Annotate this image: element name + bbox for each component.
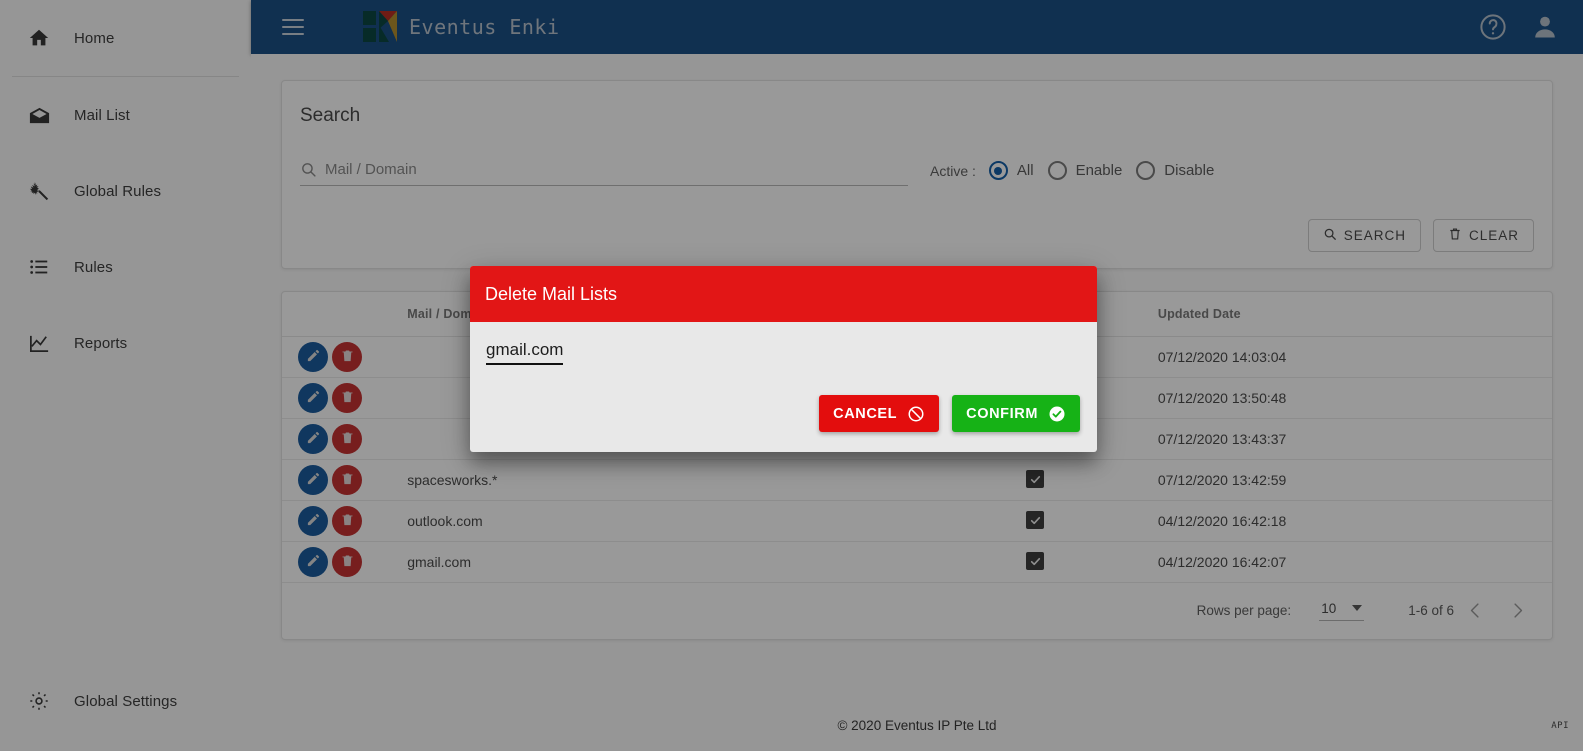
cancel-button-label: CANCEL	[833, 405, 898, 422]
dialog-actions: CANCEL CONFIRM	[819, 395, 1080, 432]
dialog-value-field[interactable]: gmail.com	[486, 340, 564, 365]
block-icon	[907, 405, 925, 423]
confirm-button-label: CONFIRM	[966, 405, 1038, 422]
dialog-header: Delete Mail Lists	[470, 266, 1097, 322]
app-root: Home Mail List Global Rules Rules Report…	[0, 0, 1583, 751]
delete-mail-lists-dialog: Delete Mail Lists gmail.com CANCEL CONFI…	[470, 266, 1097, 452]
check-circle-icon	[1048, 405, 1066, 423]
cancel-button[interactable]: CANCEL	[819, 395, 940, 432]
dialog-title: Delete Mail Lists	[485, 283, 618, 304]
confirm-button[interactable]: CONFIRM	[952, 395, 1080, 432]
dialog-body: gmail.com	[470, 322, 1097, 452]
